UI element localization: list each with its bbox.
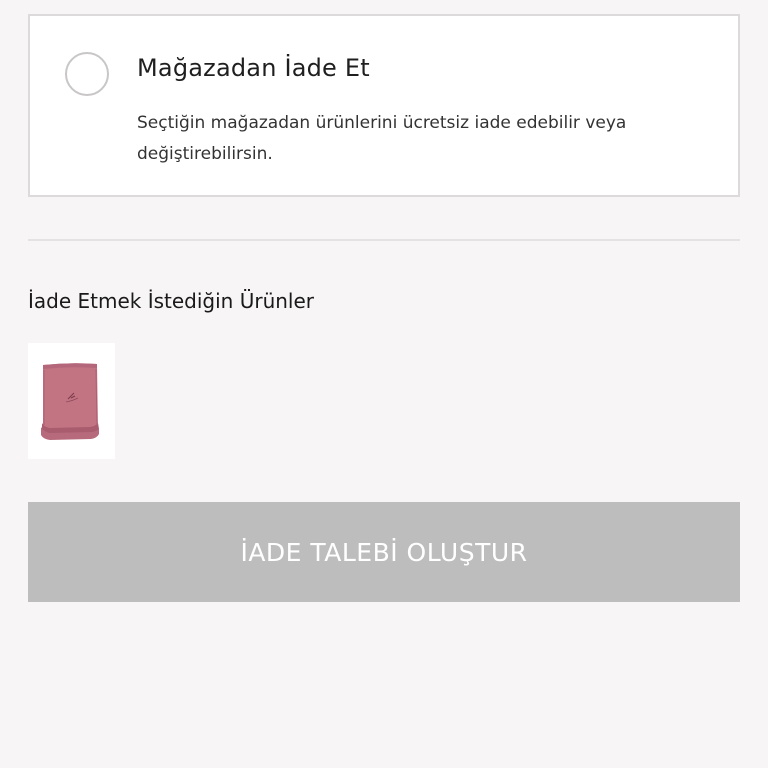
product-thumbnail[interactable] bbox=[28, 343, 115, 459]
store-return-description: Seçtiğin mağazadan ürünlerini ücretsiz i… bbox=[137, 113, 627, 164]
products-section-title: İade Etmek İstediğin Ürünler bbox=[28, 289, 315, 313]
create-return-request-button[interactable]: İADE TALEBİ OLUŞTUR bbox=[28, 502, 740, 602]
store-return-option-card[interactable]: Mağazadan İade Et Seçtiğin mağazadan ürü… bbox=[28, 14, 740, 197]
store-return-title: Mağazadan İade Et bbox=[137, 54, 370, 82]
return-page: Mağazadan İade Et Seçtiğin mağazadan ürü… bbox=[0, 0, 768, 768]
section-divider bbox=[28, 239, 740, 241]
store-return-radio[interactable] bbox=[65, 52, 109, 96]
pink-towel-image bbox=[41, 363, 99, 440]
